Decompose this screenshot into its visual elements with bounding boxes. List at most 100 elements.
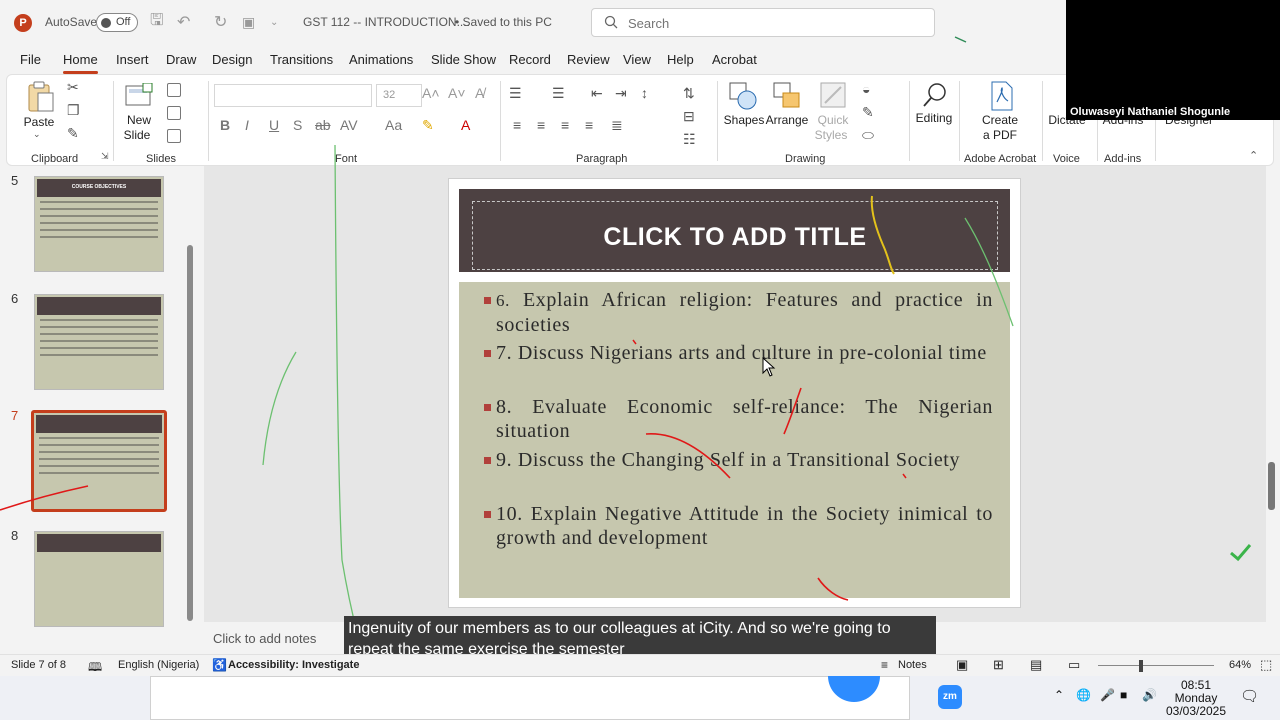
search-box[interactable]: [591, 8, 935, 37]
title-placeholder[interactable]: CLICK TO ADD TITLE: [472, 201, 998, 270]
thumbnail-scrollbar[interactable]: [187, 245, 193, 621]
dialog-launcher-icon[interactable]: ⇲: [101, 151, 109, 162]
present-icon[interactable]: ▣: [242, 0, 255, 44]
bold-icon[interactable]: B: [220, 117, 230, 133]
tab-view[interactable]: View: [623, 52, 651, 67]
bullet-number: 7.: [496, 342, 513, 364]
microphone-icon[interactable]: 🎤: [1100, 688, 1115, 702]
language-status[interactable]: English (Nigeria): [118, 659, 199, 671]
camera-icon[interactable]: ■: [1120, 688, 1127, 702]
collapse-ribbon-icon[interactable]: ⌃: [1249, 149, 1258, 162]
shadow-icon[interactable]: S: [293, 117, 302, 133]
tab-transitions[interactable]: Transitions: [270, 52, 333, 67]
redo-icon[interactable]: ↻: [214, 0, 227, 44]
zoom-slider[interactable]: [1098, 665, 1214, 666]
font-name-box[interactable]: [214, 84, 372, 107]
bullets-icon[interactable]: ☰: [509, 85, 522, 102]
normal-view-icon[interactable]: ▣: [956, 657, 968, 673]
align-text-icon[interactable]: ⊟: [683, 108, 695, 125]
group-adobe-label: Adobe Acrobat: [964, 153, 1037, 165]
new-slide-label-1: New: [126, 113, 151, 127]
section-icon[interactable]: [167, 129, 181, 143]
underline-icon[interactable]: U: [269, 117, 279, 133]
columns-icon[interactable]: ≣: [611, 117, 623, 134]
clock[interactable]: 08:51 Monday 03/03/2025: [1164, 679, 1228, 718]
align-center-icon[interactable]: ≡: [537, 117, 545, 133]
save-status[interactable]: • Saved to this PC: [455, 0, 552, 44]
character-spacing-icon[interactable]: AV: [340, 117, 358, 133]
smartart-icon[interactable]: ☷: [683, 131, 696, 148]
slide-scrollbar[interactable]: [1268, 462, 1275, 510]
slide-sorter-icon[interactable]: ⊞: [993, 657, 1004, 673]
tab-design[interactable]: Design: [212, 52, 252, 67]
tab-file[interactable]: File: [20, 52, 41, 67]
save-icon[interactable]: 🖫: [150, 0, 164, 44]
slide-thumbnail-8[interactable]: [34, 531, 164, 627]
notification-icon[interactable]: 🗨: [1240, 687, 1259, 705]
document-title[interactable]: GST 112 -- INTRODUCTION....: [303, 0, 470, 44]
zoom-slider-thumb[interactable]: [1139, 660, 1143, 672]
shape-effects-icon[interactable]: ⬭: [862, 127, 874, 144]
slide-thumbnail-7[interactable]: [31, 410, 167, 512]
current-slide[interactable]: CLICK TO ADD TITLE 6. Explain African re…: [448, 178, 1021, 608]
tab-record[interactable]: Record: [509, 52, 551, 67]
notes-icon: ≡: [881, 658, 889, 672]
decrease-indent-icon[interactable]: ⇤: [591, 85, 603, 102]
group-paragraph-label: Paragraph: [576, 153, 628, 165]
layout-icon[interactable]: [167, 83, 181, 97]
decrease-font-icon[interactable]: A˅: [448, 85, 466, 101]
tab-help[interactable]: Help: [667, 52, 694, 67]
increase-indent-icon[interactable]: ⇥: [615, 85, 627, 102]
customize-qat-icon[interactable]: ⌄: [270, 0, 278, 44]
autosave-toggle[interactable]: Off: [96, 13, 138, 32]
font-color-icon[interactable]: A: [461, 117, 470, 133]
text-direction-icon[interactable]: ⇅: [683, 85, 695, 102]
caption-line-1: Ingenuity of our members as to our colle…: [348, 620, 891, 637]
tab-draw[interactable]: Draw: [166, 52, 196, 67]
notes-button[interactable]: Notes: [898, 659, 927, 671]
tab-acrobat[interactable]: Acrobat: [712, 52, 757, 67]
quick-styles-label-1: Quick: [817, 113, 849, 127]
reset-icon[interactable]: [167, 106, 181, 120]
copy-icon[interactable]: ❐: [67, 102, 80, 119]
group-font-label: Font: [335, 153, 358, 165]
cut-icon[interactable]: ✂: [67, 79, 79, 96]
numbering-icon[interactable]: ☰: [552, 85, 565, 102]
change-case-icon[interactable]: Aa: [385, 117, 402, 133]
thumbnail-title-band: COURSE OBJECTIVES: [37, 179, 161, 197]
network-icon[interactable]: 🌐: [1076, 688, 1091, 702]
undo-icon[interactable]: ↶: [177, 0, 190, 44]
fit-to-window-icon[interactable]: ⬚: [1260, 657, 1272, 673]
align-right-icon[interactable]: ≡: [561, 117, 569, 133]
italic-icon[interactable]: I: [245, 117, 249, 133]
shape-fill-icon[interactable]: ◒: [862, 81, 870, 97]
shape-outline-icon[interactable]: ✎: [862, 104, 874, 121]
justify-icon[interactable]: ≡: [585, 117, 593, 133]
tab-review[interactable]: Review: [567, 52, 610, 67]
content-placeholder[interactable]: 6. Explain African religion: Features an…: [459, 282, 1010, 598]
line-spacing-icon[interactable]: ↕: [641, 85, 648, 101]
tab-home[interactable]: Home: [63, 52, 98, 74]
tab-animations[interactable]: Animations: [349, 52, 413, 67]
font-size-box[interactable]: 32: [376, 84, 422, 107]
zoom-app-icon[interactable]: zm: [938, 685, 962, 709]
align-left-icon[interactable]: ≡: [513, 117, 521, 133]
tray-chevron-icon[interactable]: ⌃: [1054, 688, 1064, 702]
volume-icon[interactable]: 🔊: [1142, 688, 1157, 702]
slide-thumbnail-6[interactable]: [34, 294, 164, 390]
tab-slide-show[interactable]: Slide Show: [431, 52, 496, 67]
strikethrough-icon[interactable]: ab: [315, 117, 331, 133]
tab-insert[interactable]: Insert: [116, 52, 149, 67]
highlight-icon[interactable]: ✎: [422, 117, 434, 134]
reading-view-icon[interactable]: ▤: [1030, 657, 1042, 673]
clear-format-icon[interactable]: A̸: [475, 85, 484, 101]
slide-show-icon[interactable]: ▭: [1068, 657, 1080, 673]
zoom-level[interactable]: 64%: [1229, 659, 1251, 671]
format-painter-icon[interactable]: ✎: [67, 125, 79, 142]
group-voice-label: Voice: [1053, 153, 1080, 165]
bullet-number: 9.: [496, 449, 513, 471]
accessibility-status[interactable]: Accessibility: Investigate: [228, 659, 359, 671]
increase-font-icon[interactable]: A˄: [422, 85, 440, 101]
slide-thumbnail-5[interactable]: COURSE OBJECTIVES: [34, 176, 164, 272]
search-input[interactable]: [628, 13, 918, 33]
